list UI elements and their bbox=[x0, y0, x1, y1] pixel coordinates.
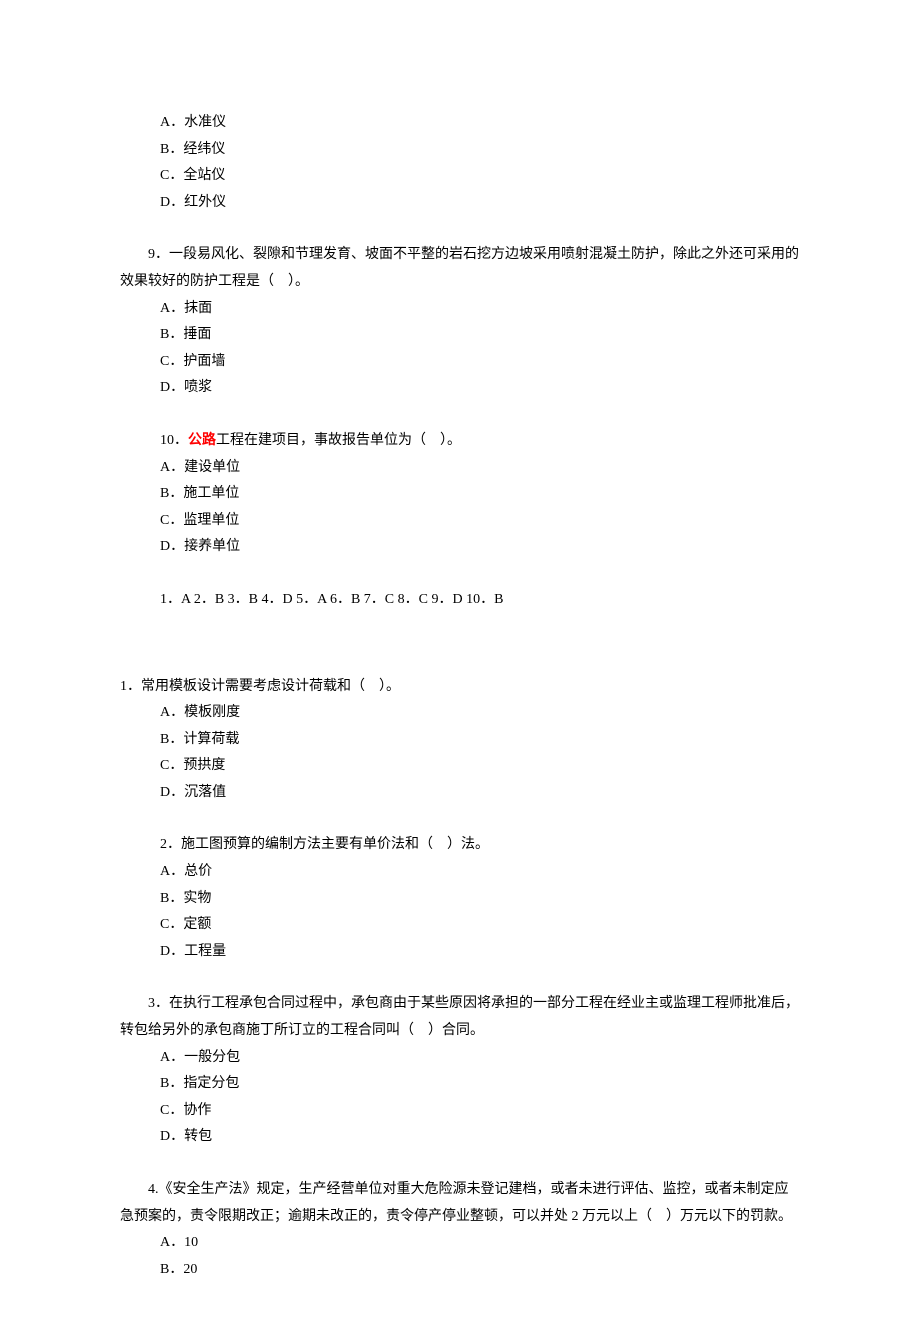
s2-q3-option-d: D．转包 bbox=[120, 1124, 800, 1151]
s2-q4-option-b: B．20 bbox=[120, 1257, 800, 1284]
s2-q3-text: 3．在执行工程承包合同过程中，承包商由于某些原因将承担的一部分工程在经业主或监理… bbox=[120, 991, 800, 1044]
s2-q3-option-c: C．协作 bbox=[120, 1098, 800, 1125]
s2-q3-option-a: A．一般分包 bbox=[120, 1045, 800, 1072]
s2-q3-option-b: B．指定分包 bbox=[120, 1071, 800, 1098]
q8-option-d: D．红外仪 bbox=[120, 190, 800, 217]
q10-prefix: 10． bbox=[160, 433, 188, 448]
q9-option-b: B．捶面 bbox=[120, 322, 800, 349]
q8-option-c: C．全站仪 bbox=[120, 163, 800, 190]
section2-q2: 2．施工图预算的编制方法主要有单价法和（ ）法。 A．总价 B．实物 C．定额 … bbox=[120, 832, 800, 965]
q10-text: 10．公路工程在建项目，事故报告单位为（ ）。 bbox=[120, 428, 800, 455]
s2-q2-option-d: D．工程量 bbox=[120, 939, 800, 966]
s2-q2-text: 2．施工图预算的编制方法主要有单价法和（ ）法。 bbox=[120, 832, 800, 859]
s2-q1-option-d: D．沉落值 bbox=[120, 780, 800, 807]
q9-option-d: D．喷浆 bbox=[120, 375, 800, 402]
s2-q4-option-a: A．10 bbox=[120, 1230, 800, 1257]
question-10: 10．公路工程在建项目，事故报告单位为（ ）。 A．建设单位 B．施工单位 C．… bbox=[120, 428, 800, 561]
s2-q2-option-a: A．总价 bbox=[120, 859, 800, 886]
section2-q4: 4.《安全生产法》规定，生产经营单位对重大危险源未登记建档，或者未进行评估、监控… bbox=[120, 1177, 800, 1283]
q9-text: 9．一段易风化、裂隙和节理发育、坡面不平整的岩石挖方边坡采用喷射混凝土防护，除此… bbox=[120, 242, 800, 295]
q10-highlight: 公路 bbox=[188, 433, 216, 448]
question-9: 9．一段易风化、裂隙和节理发育、坡面不平整的岩石挖方边坡采用喷射混凝土防护，除此… bbox=[120, 242, 800, 402]
s2-q2-option-b: B．实物 bbox=[120, 886, 800, 913]
section2-q3: 3．在执行工程承包合同过程中，承包商由于某些原因将承担的一部分工程在经业主或监理… bbox=[120, 991, 800, 1151]
q8-option-a: A．水准仪 bbox=[120, 110, 800, 137]
s2-q1-option-a: A．模板刚度 bbox=[120, 700, 800, 727]
s2-q1-text: 1．常用模板设计需要考虑设计荷载和（ ）。 bbox=[120, 674, 800, 701]
q10-option-a: A．建设单位 bbox=[120, 455, 800, 482]
s2-q2-option-c: C．定额 bbox=[120, 912, 800, 939]
q10-suffix: 工程在建项目，事故报告单位为（ ）。 bbox=[216, 433, 461, 448]
q9-option-c: C．护面墙 bbox=[120, 349, 800, 376]
q10-option-b: B．施工单位 bbox=[120, 481, 800, 508]
q8-option-b: B．经纬仪 bbox=[120, 137, 800, 164]
q10-option-c: C．监理单位 bbox=[120, 508, 800, 535]
document-page: A．水准仪 B．经纬仪 C．全站仪 D．红外仪 9．一段易风化、裂隙和节理发育、… bbox=[0, 0, 920, 1343]
q10-option-d: D．接养单位 bbox=[120, 534, 800, 561]
s2-q4-text: 4.《安全生产法》规定，生产经营单位对重大危险源未登记建档，或者未进行评估、监控… bbox=[120, 1177, 800, 1230]
section2-q1: 1．常用模板设计需要考虑设计荷载和（ ）。 A．模板刚度 B．计算荷载 C．预拱… bbox=[120, 674, 800, 807]
s2-q1-option-c: C．预拱度 bbox=[120, 753, 800, 780]
s2-q1-option-b: B．计算荷载 bbox=[120, 727, 800, 754]
q9-option-a: A．抹面 bbox=[120, 296, 800, 323]
answers-line: 1．A 2．B 3．B 4．D 5．A 6．B 7．C 8．C 9．D 10．B bbox=[120, 587, 800, 614]
